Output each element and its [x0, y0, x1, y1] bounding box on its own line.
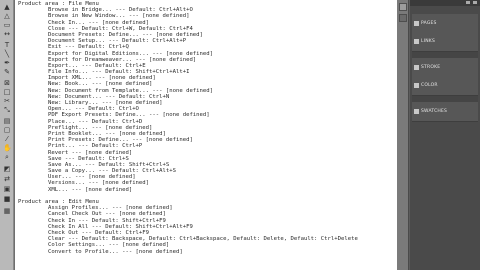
hand-tool-icon[interactable]: ✋ [3, 145, 12, 152]
pen-tool-icon[interactable]: ✒ [3, 60, 11, 67]
free-transform-tool-icon[interactable]: ⤡ [3, 107, 11, 114]
fill-stroke-icon[interactable]: ◩ [3, 166, 11, 173]
rectangle-tool-icon[interactable]: □ [3, 89, 11, 96]
panel-tab-color[interactable]: COLOR [412, 76, 478, 96]
panel-tab-label: PAGES [421, 21, 437, 26]
panel-dock-strip [397, 0, 409, 270]
swap-fill-stroke-icon[interactable]: ⇄ [3, 176, 11, 183]
rectangle-frame-tool-icon[interactable]: ⊠ [3, 80, 11, 87]
direct-selection-tool-icon[interactable]: △ [3, 13, 11, 20]
selection-tool-icon[interactable]: ▲ [3, 4, 11, 11]
swatches-icon [414, 109, 419, 114]
right-panel-area: PAGES LINKS STROKE COLOR SWATCHES [397, 0, 480, 270]
pencil-tool-icon[interactable]: ✎ [3, 69, 11, 76]
page-tool-icon[interactable]: ▭ [3, 22, 11, 29]
line-tool-icon[interactable]: ╲ [3, 51, 11, 58]
shortcut-line: Convert to Profile... --- [none defined] [48, 248, 183, 255]
stroke-icon [414, 65, 419, 70]
panel-tab-label: LINKS [421, 39, 436, 44]
view-mode-icon[interactable]: ▦ [3, 208, 11, 215]
panel-tab-pages[interactable]: PAGES [412, 14, 478, 34]
collapse-panel-icon[interactable] [466, 1, 470, 4]
panel-stack: PAGES LINKS STROKE COLOR SWATCHES [410, 0, 480, 270]
gradient-tool-icon[interactable]: ▤ [3, 118, 11, 125]
color-icon [414, 83, 419, 88]
panel-tab-swatches[interactable]: SWATCHES [412, 102, 478, 122]
dock-panel-icon[interactable] [399, 14, 407, 22]
links-icon [414, 39, 419, 44]
close-panel-icon[interactable] [473, 1, 477, 4]
panel-tab-stroke[interactable]: STROKE [412, 58, 478, 78]
document-page: Product area : File Menu Browse in Bridge… [15, 0, 397, 270]
panel-tab-label: COLOR [421, 83, 438, 88]
apply-color-icon[interactable]: ■ [3, 196, 11, 203]
panel-tab-label: STROKE [421, 65, 441, 70]
zoom-tool-icon[interactable]: ⌕ [3, 154, 11, 161]
document-text-frame[interactable]: Product area : File Menu Browse in Bridge… [18, 1, 394, 255]
panel-tab-label: SWATCHES [421, 109, 448, 114]
gap-tool-icon[interactable]: ↔ [3, 31, 11, 38]
formatting-container-icon[interactable]: ▣ [3, 186, 11, 193]
scissors-tool-icon[interactable]: ✂ [3, 98, 11, 105]
tools-panel: ▲ △ ▭ ↔ T ╲ ✒ ✎ ⊠ □ ✂ ⤡ ▤ ▢ ⁄ ✋ ⌕ ◩ ⇄ ▣ … [0, 0, 14, 270]
eyedropper-tool-icon[interactable]: ⁄ [3, 136, 11, 143]
panel-title-bar[interactable] [410, 0, 480, 6]
note-tool-icon[interactable]: ▢ [3, 127, 11, 134]
panel-tab-links[interactable]: LINKS [412, 32, 478, 52]
pages-icon [414, 21, 419, 26]
collapse-dock-button[interactable] [399, 3, 407, 11]
type-tool-icon[interactable]: T [3, 42, 11, 49]
